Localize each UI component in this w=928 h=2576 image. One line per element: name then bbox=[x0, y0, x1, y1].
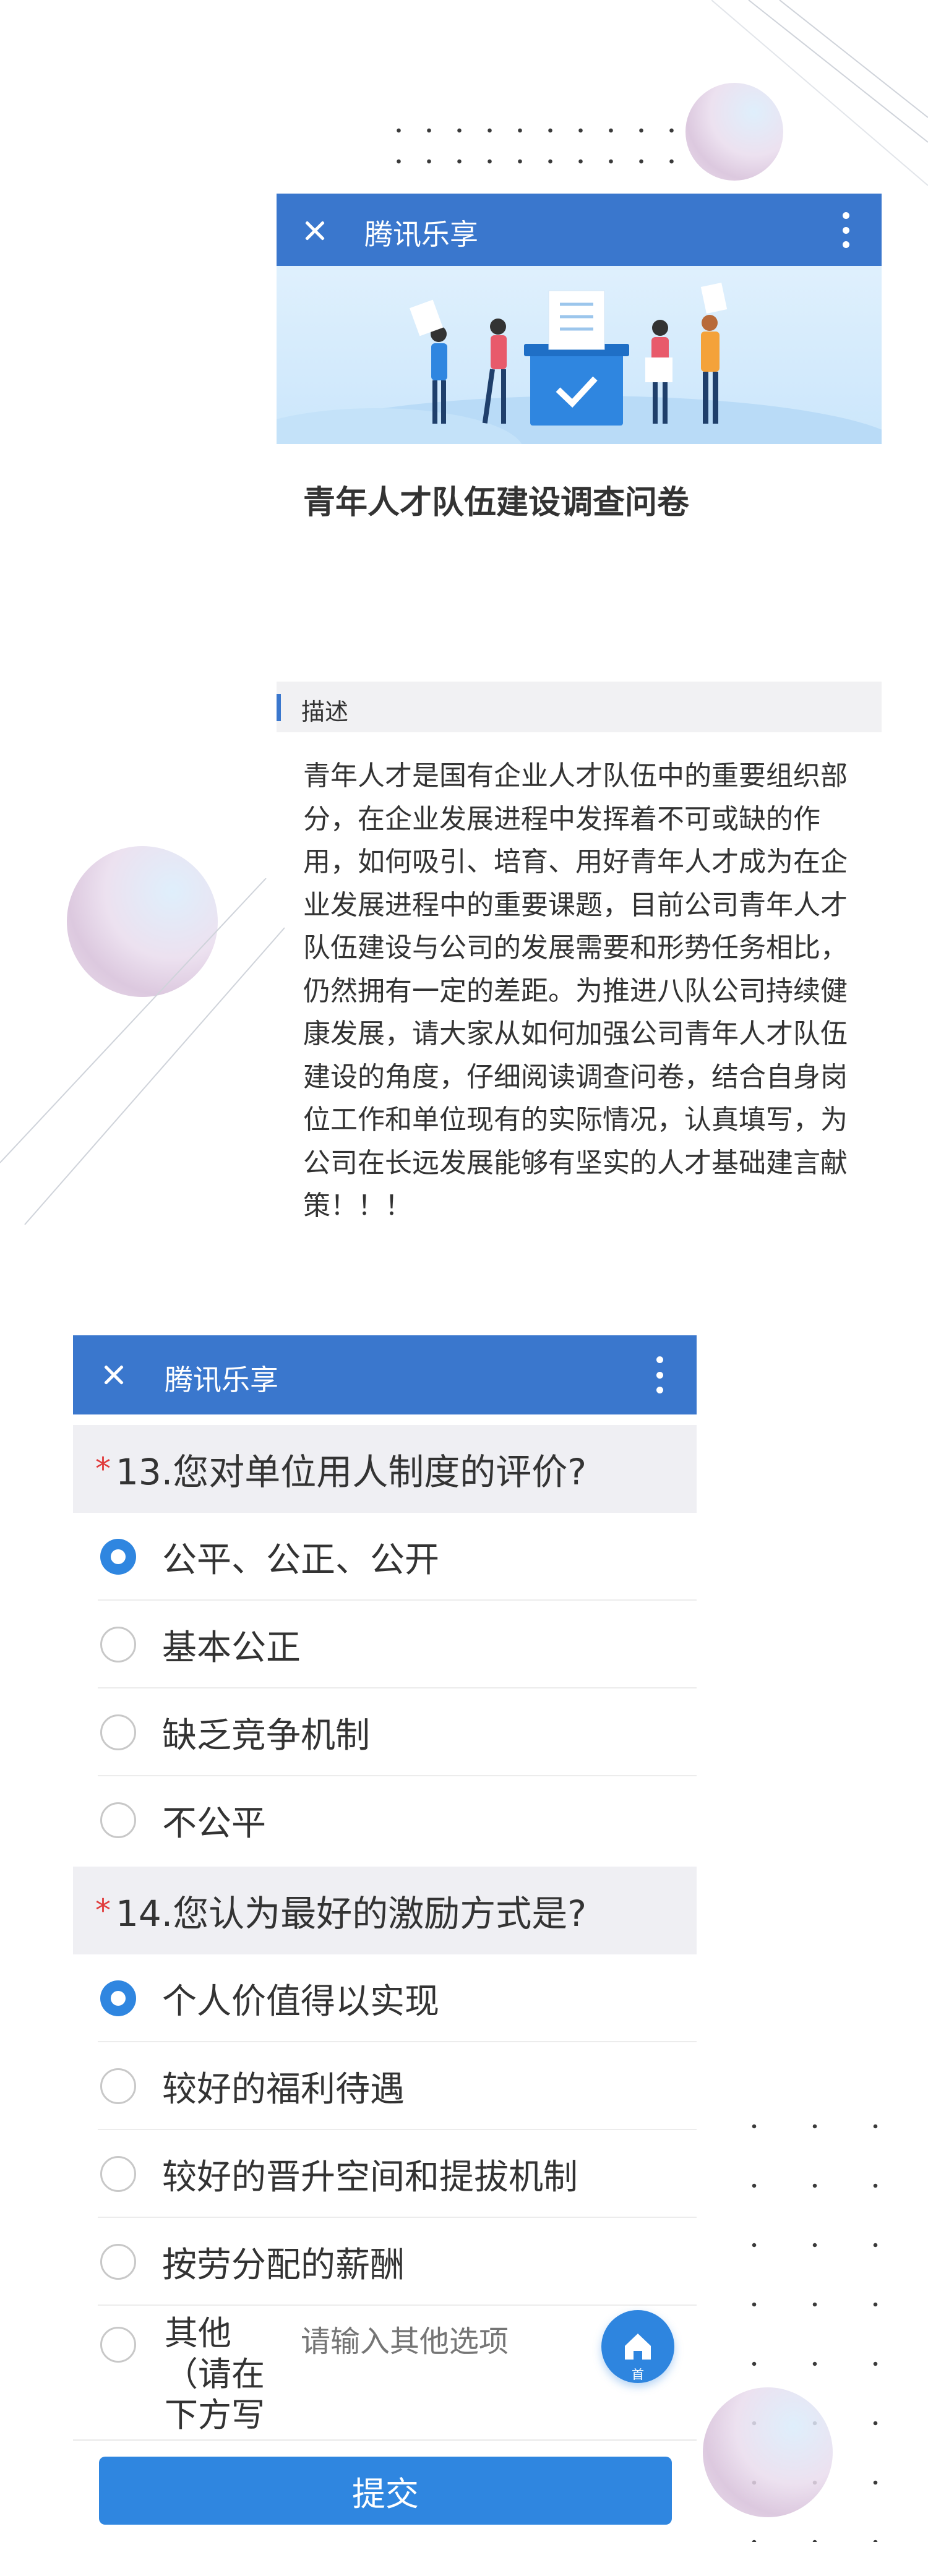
app-title: 腾讯乐享 bbox=[364, 218, 478, 251]
option-label: 较好的晋升空间和提拔机制 bbox=[162, 2157, 578, 2197]
q13-option-1[interactable]: 公平、公正、公开 bbox=[73, 1513, 697, 1601]
footer-divider bbox=[73, 2439, 697, 2441]
radio-empty-icon[interactable] bbox=[100, 2156, 136, 2192]
radio-empty-icon[interactable] bbox=[100, 1627, 136, 1662]
section-accent-bar bbox=[277, 694, 281, 721]
question-text: 13.您对单位用人制度的评价? bbox=[116, 1451, 587, 1493]
option-label: 不公平 bbox=[162, 1803, 266, 1844]
question-13-title: * 13.您对单位用人制度的评价? bbox=[73, 1425, 697, 1513]
home-button[interactable]: 首 bbox=[601, 2310, 674, 2383]
option-label: 缺乏竞争机制 bbox=[162, 1715, 370, 1756]
submit-button[interactable]: 提交 bbox=[99, 2457, 672, 2525]
radio-empty-icon[interactable] bbox=[100, 2327, 136, 2363]
option-label: 个人价值得以实现 bbox=[162, 1981, 439, 2022]
description-section-header: 描述 bbox=[277, 682, 882, 732]
radio-empty-icon[interactable] bbox=[100, 2244, 136, 2280]
dot-grid-top bbox=[384, 115, 687, 177]
close-icon[interactable] bbox=[101, 1363, 126, 1387]
q14-option-2[interactable]: 较好的福利待遇 bbox=[73, 2042, 697, 2130]
radio-empty-icon[interactable] bbox=[100, 1802, 136, 1838]
option-label: 按劳分配的薪酬 bbox=[162, 2244, 405, 2285]
q13-option-2[interactable]: 基本公正 bbox=[73, 1601, 697, 1688]
other-label-line: 下方写 bbox=[165, 2395, 265, 2434]
other-option-input[interactable] bbox=[299, 2324, 549, 2360]
more-vertical-icon[interactable] bbox=[653, 1356, 666, 1393]
close-icon[interactable] bbox=[303, 218, 327, 243]
description-label: 描述 bbox=[301, 698, 349, 725]
required-mark: * bbox=[95, 1893, 111, 1928]
option-label: 基本公正 bbox=[162, 1627, 301, 1668]
q13-option-3[interactable]: 缺乏竞争机制 bbox=[73, 1688, 697, 1776]
q14-option-1[interactable]: 个人价值得以实现 bbox=[73, 1954, 697, 2042]
required-mark: * bbox=[95, 1451, 111, 1487]
more-vertical-icon[interactable] bbox=[840, 212, 852, 248]
home-label: 首 bbox=[632, 2367, 644, 2382]
divider bbox=[98, 2304, 697, 2306]
bottom-app-header: 腾讯乐享 bbox=[73, 1335, 697, 1414]
survey-title: 青年人才队伍建设调查问卷 bbox=[303, 484, 690, 521]
other-label-line: 其他 bbox=[165, 2314, 231, 2353]
app-title: 腾讯乐享 bbox=[165, 1363, 278, 1397]
radio-selected-icon[interactable] bbox=[100, 1539, 136, 1575]
question-text: 14.您认为最好的激励方式是? bbox=[116, 1893, 587, 1935]
top-app-header: 腾讯乐享 bbox=[277, 194, 882, 266]
other-label-line: （请在 bbox=[165, 2355, 265, 2394]
q13-option-4[interactable]: 不公平 bbox=[73, 1776, 697, 1864]
radio-empty-icon[interactable] bbox=[100, 2068, 136, 2104]
q14-option-3[interactable]: 较好的晋升空间和提拔机制 bbox=[73, 2130, 697, 2218]
decor-bubble-bottom bbox=[703, 2387, 833, 2517]
option-label: 较好的福利待遇 bbox=[162, 2069, 405, 2110]
option-label: 公平、公正、公开 bbox=[162, 1539, 439, 1580]
q14-option-other-label: 其他 （请在 下方写 bbox=[165, 2313, 288, 2434]
vote-illustration bbox=[277, 282, 882, 444]
radio-selected-icon[interactable] bbox=[100, 1980, 136, 2016]
radio-empty-icon[interactable] bbox=[100, 1714, 136, 1750]
question-14-title: * 14.您认为最好的激励方式是? bbox=[73, 1867, 697, 1954]
survey-banner bbox=[277, 266, 882, 444]
description-text: 青年人才是国有企业人才队伍中的重要组织部分，在企业发展进程中发挥着不可或缺的作用… bbox=[303, 760, 848, 1222]
q14-option-4[interactable]: 按劳分配的薪酬 bbox=[73, 2218, 697, 2306]
decor-lines-top-right bbox=[711, 0, 928, 186]
decor-lines-left bbox=[0, 878, 285, 1225]
